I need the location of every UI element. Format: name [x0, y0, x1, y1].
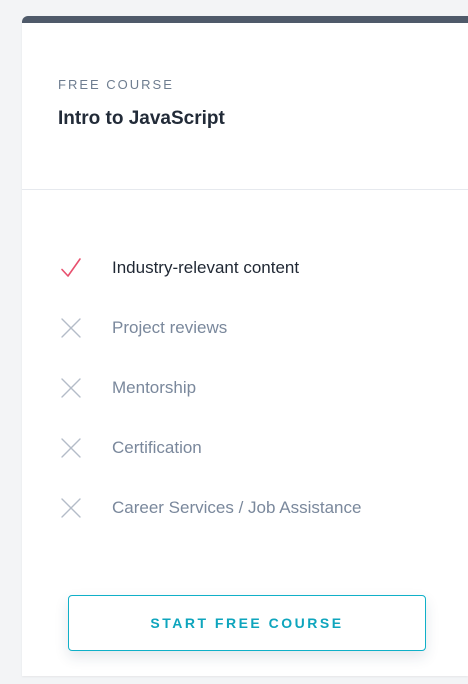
feature-list: Industry-relevant content Project review… [22, 190, 468, 538]
card-header: FREE COURSE Intro to JavaScript [22, 23, 468, 190]
x-icon [60, 377, 82, 399]
x-icon [60, 437, 82, 459]
feature-label: Mentorship [112, 378, 197, 397]
feature-label: Certification [112, 438, 202, 457]
feature-label: Career Services / Job Assistance [112, 498, 362, 517]
course-card: FREE COURSE Intro to JavaScript Industry… [22, 16, 468, 676]
check-icon [60, 257, 82, 279]
course-title: Intro to JavaScript [58, 108, 225, 129]
feature-item: Career Services / Job Assistance [60, 478, 468, 538]
course-type-label: FREE COURSE [58, 77, 174, 92]
page: FREE COURSE Intro to JavaScript Industry… [0, 0, 468, 684]
feature-item: Mentorship [60, 358, 468, 418]
x-icon [60, 317, 82, 339]
feature-item: Certification [60, 418, 468, 478]
feature-item: Project reviews [60, 298, 468, 358]
feature-label: Project reviews [112, 318, 228, 337]
start-free-course-button[interactable]: START FREE COURSE [68, 595, 426, 651]
x-icon [60, 497, 82, 519]
feature-item: Industry-relevant content [60, 238, 468, 298]
feature-label: Industry-relevant content [112, 258, 300, 277]
